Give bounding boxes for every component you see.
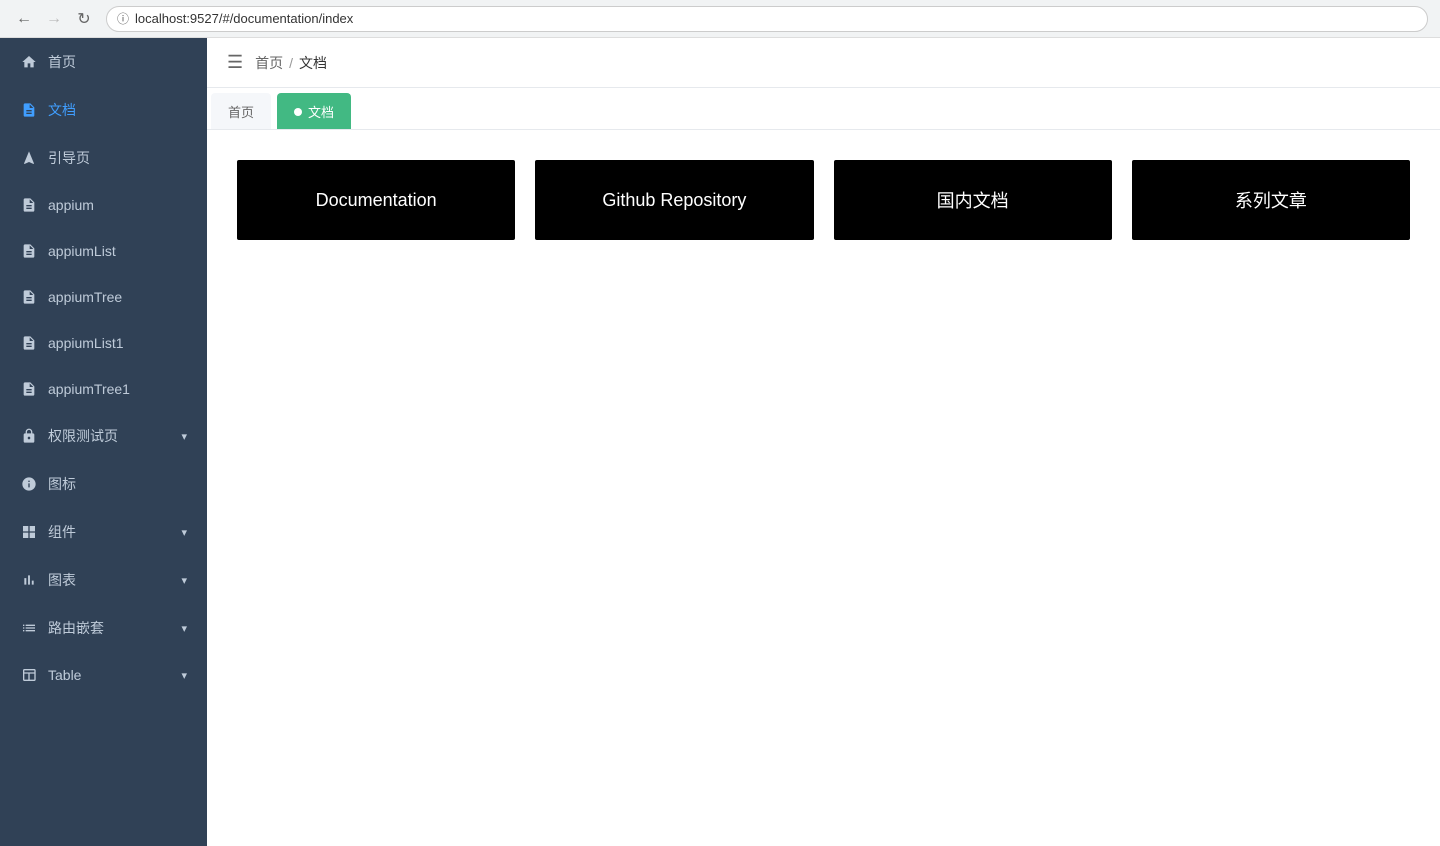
- document-icon: [20, 288, 38, 306]
- sidebar-item-label: 图表: [48, 570, 76, 590]
- sidebar-item-components[interactable]: 组件 ▾: [0, 508, 207, 556]
- sidebar-item-appium[interactable]: appium: [0, 182, 207, 228]
- content-area: Documentation Github Repository 国内文档 系列文章: [207, 130, 1440, 846]
- document-icon: [20, 242, 38, 260]
- card-label: 国内文档: [937, 187, 1009, 213]
- breadcrumb-current: 文档: [299, 53, 327, 73]
- card-label: Github Repository: [602, 190, 746, 211]
- sidebar-item-label: appiumList1: [48, 335, 124, 351]
- chevron-down-icon: ▾: [181, 574, 187, 587]
- tab-home-tab[interactable]: 首页: [211, 93, 271, 129]
- back-button[interactable]: ←: [12, 7, 36, 31]
- app-layout: 首页文档引导页appiumappiumListappiumTreeappiumL…: [0, 38, 1440, 846]
- lock-icon: [20, 427, 38, 445]
- card-series[interactable]: 系列文章: [1132, 160, 1410, 240]
- sidebar-item-label: Table: [48, 667, 81, 683]
- sidebar-item-label: 权限测试页: [48, 426, 118, 446]
- sidebar-item-icons[interactable]: 图标: [0, 460, 207, 508]
- document-icon: [20, 334, 38, 352]
- sidebar-item-label: appiumList: [48, 243, 116, 259]
- sidebar-item-appiumList[interactable]: appiumList: [0, 228, 207, 274]
- info-icon: [20, 475, 38, 493]
- menu-toggle-button[interactable]: ☰: [223, 48, 247, 77]
- list-icon: [20, 619, 38, 637]
- main-content: ☰ 首页 / 文档 首页文档 DocumentationGithub Repos…: [207, 38, 1440, 846]
- reload-button[interactable]: ↻: [72, 7, 96, 31]
- card-documentation[interactable]: Documentation: [237, 160, 515, 240]
- grid-icon: [20, 523, 38, 541]
- chevron-down-icon: ▾: [181, 526, 187, 539]
- card-label: 系列文章: [1235, 187, 1307, 213]
- bar-chart-icon: [20, 571, 38, 589]
- address-bar[interactable]: ⓘ localhost:9527/#/documentation/index: [106, 6, 1428, 32]
- sidebar-item-label: 首页: [48, 52, 76, 72]
- tab-docs-tab[interactable]: 文档: [277, 93, 351, 129]
- sidebar-item-table[interactable]: Table ▾: [0, 652, 207, 698]
- browser-bar: ← → ↻ ⓘ localhost:9527/#/documentation/i…: [0, 0, 1440, 38]
- breadcrumb-separator: /: [289, 55, 293, 71]
- sidebar-item-appiumTree[interactable]: appiumTree: [0, 274, 207, 320]
- breadcrumb: 首页 / 文档: [255, 53, 327, 73]
- sidebar-item-label: 图标: [48, 474, 76, 494]
- nav-buttons: ← → ↻: [12, 7, 96, 31]
- chevron-down-icon: ▾: [181, 669, 187, 682]
- chevron-down-icon: ▾: [181, 622, 187, 635]
- lock-icon: ⓘ: [117, 10, 129, 27]
- chevron-down-icon: ▾: [181, 430, 187, 443]
- sidebar-item-permission[interactable]: 权限测试页 ▾: [0, 412, 207, 460]
- cards-grid: Documentation Github Repository 国内文档 系列文章: [237, 160, 1410, 240]
- sidebar-item-guide[interactable]: 引导页: [0, 134, 207, 182]
- sidebar: 首页文档引导页 appium appiumList appiumTree appiumL…: [0, 38, 207, 846]
- tab-label: 首页: [228, 102, 254, 121]
- sidebar-item-router-nest[interactable]: 路由嵌套 ▾: [0, 604, 207, 652]
- home-icon: [20, 53, 38, 71]
- header-bar: ☰ 首页 / 文档: [207, 38, 1440, 88]
- sidebar-item-charts[interactable]: 图表 ▾: [0, 556, 207, 604]
- breadcrumb-home[interactable]: 首页: [255, 53, 283, 73]
- sidebar-item-label: appiumTree1: [48, 381, 130, 397]
- sidebar-item-label: appium: [48, 197, 94, 213]
- forward-button[interactable]: →: [42, 7, 66, 31]
- sidebar-item-docs[interactable]: 文档: [0, 86, 207, 134]
- sidebar-item-label: 文档: [48, 100, 76, 120]
- sidebar-item-label: 组件: [48, 522, 76, 542]
- sidebar-item-label: appiumTree: [48, 289, 122, 305]
- url-text: localhost:9527/#/documentation/index: [135, 11, 353, 26]
- table-icon: [20, 666, 38, 684]
- tabs-bar: 首页 文档: [207, 88, 1440, 130]
- sidebar-item-label: 路由嵌套: [48, 618, 104, 638]
- document-icon: [20, 101, 38, 119]
- card-cn-docs[interactable]: 国内文档: [834, 160, 1112, 240]
- sidebar-item-label: 引导页: [48, 148, 90, 168]
- card-label: Documentation: [316, 190, 437, 211]
- card-github[interactable]: Github Repository: [535, 160, 813, 240]
- tab-dot: [294, 108, 302, 116]
- sidebar-item-appiumList1[interactable]: appiumList1: [0, 320, 207, 366]
- sidebar-item-appiumTree1[interactable]: appiumTree1: [0, 366, 207, 412]
- document-icon: [20, 380, 38, 398]
- tab-label: 文档: [308, 102, 334, 121]
- document-icon: [20, 196, 38, 214]
- guide-icon: [20, 149, 38, 167]
- sidebar-item-home[interactable]: 首页: [0, 38, 207, 86]
